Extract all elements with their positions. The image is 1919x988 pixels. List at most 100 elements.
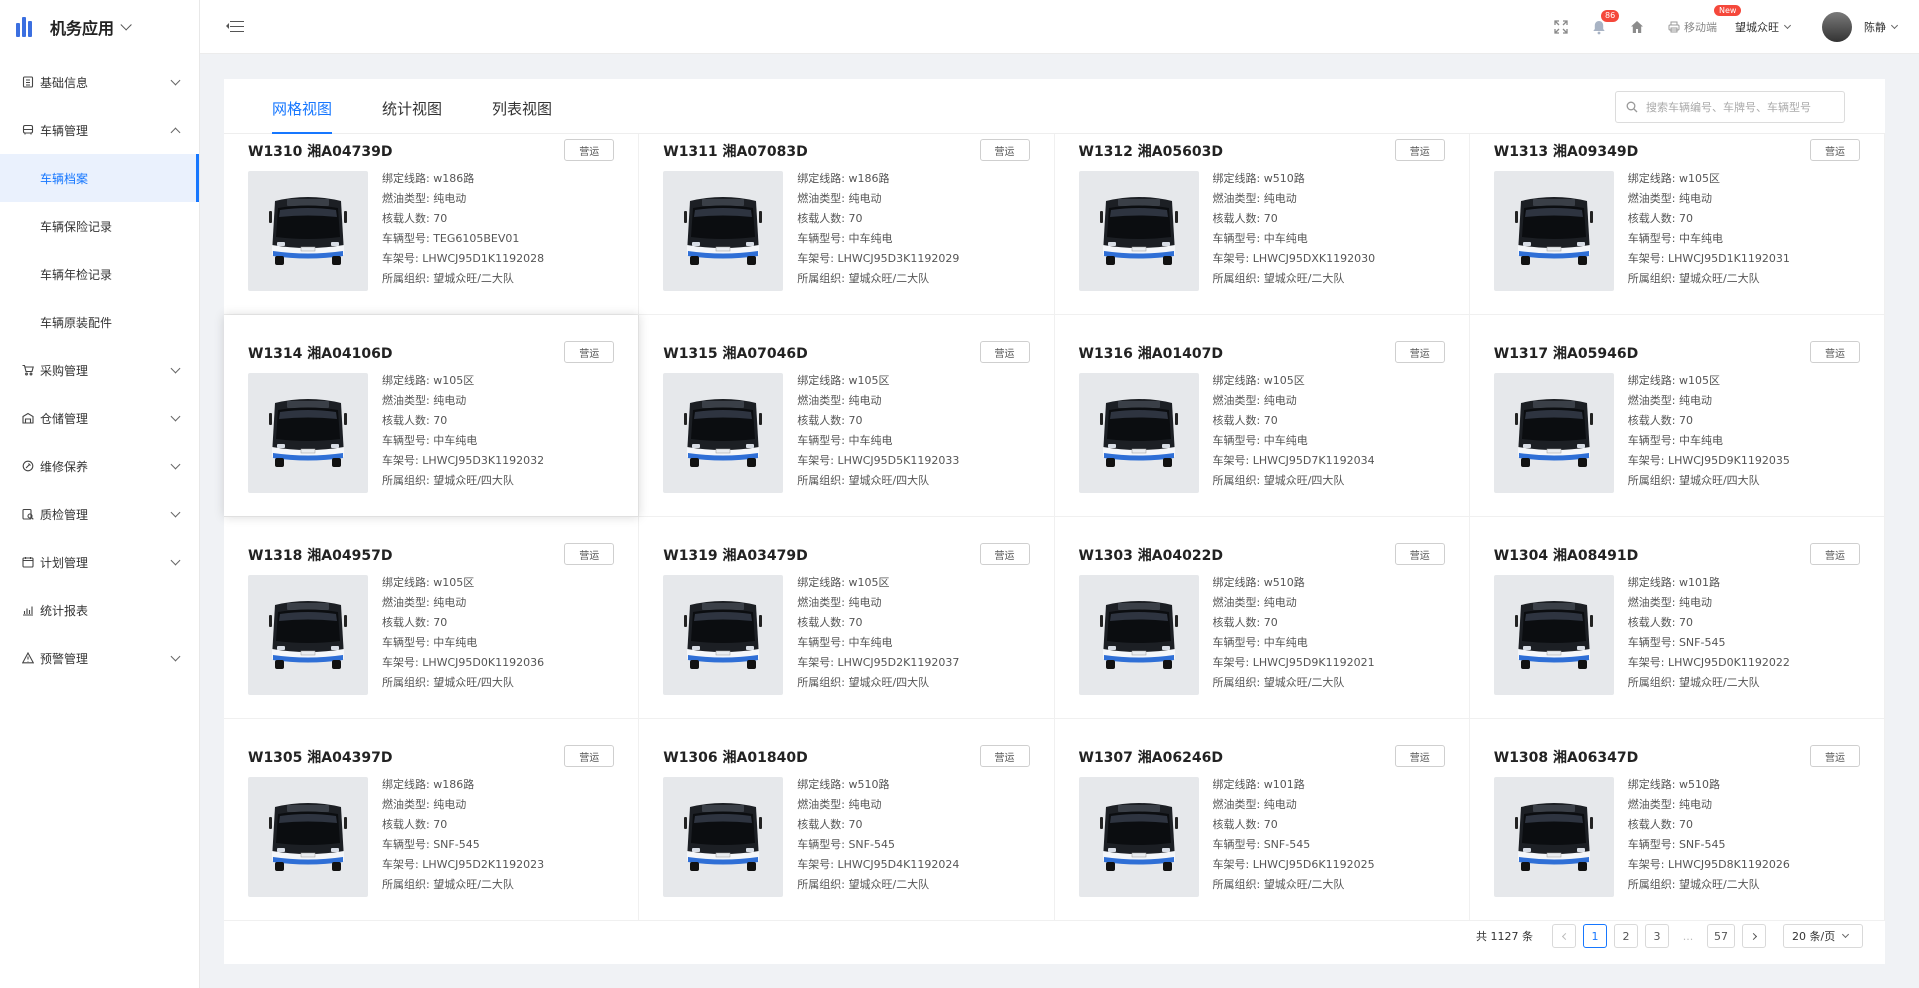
info-fuel: 燃油类型: 纯电动 — [1213, 593, 1375, 613]
search-input[interactable] — [1646, 100, 1836, 114]
info-value: LHWCJ95D0K1192036 — [422, 656, 545, 669]
sidebar-item[interactable]: 采购管理 — [0, 346, 199, 394]
vehicle-card[interactable]: W1304 湘A08491D 营运 绑定线路: w101路 燃油类型: 纯电动 核载人数… — [1469, 517, 1885, 719]
info-org: 所属组织: 望城众旺/四大队 — [1213, 471, 1375, 491]
status-badge[interactable]: 营运 — [564, 745, 615, 767]
sidebar-item[interactable]: 预警管理 — [0, 634, 199, 682]
info-fuel: 燃油类型: 纯电动 — [1628, 391, 1790, 411]
info-route: 绑定线路: w510路 — [1213, 573, 1375, 593]
vehicle-card[interactable]: W1312 湘A05603D 营运 绑定线路: w510路 燃油类型: 纯电动 核载人数… — [1054, 134, 1470, 315]
sidebar-item[interactable]: 统计报表 — [0, 586, 199, 634]
sidebar-item[interactable]: 质检管理 — [0, 490, 199, 538]
sidebar-item[interactable]: 仓储管理 — [0, 394, 199, 442]
vehicle-card[interactable]: W1317 湘A05946D 营运 绑定线路: w105区 燃油类型: 纯电动 核载人数… — [1469, 315, 1885, 517]
info-label: 核载人数: — [382, 212, 434, 225]
prev-page-button[interactable] — [1552, 924, 1576, 948]
home-icon[interactable] — [1629, 19, 1645, 35]
info-label: 所属组织: — [797, 878, 849, 891]
next-page-button[interactable] — [1742, 924, 1766, 948]
vehicle-card[interactable]: W1306 湘A01840D 营运 绑定线路: w510路 燃油类型: 纯电动 核载人数… — [639, 719, 1055, 921]
info-label: 核载人数: — [797, 414, 849, 427]
status-badge[interactable]: 营运 — [1810, 543, 1860, 565]
sidebar-item[interactable]: 维修保养 — [0, 442, 199, 490]
vehicle-card[interactable]: W1310 湘A04739D 营运 绑定线路: w186路 燃油类型: 纯电动 核载人数… — [224, 134, 640, 315]
status-badge[interactable]: 营运 — [1394, 341, 1445, 363]
app-switcher[interactable]: 机务应用 — [0, 0, 199, 54]
status-badge[interactable]: 营运 — [1394, 139, 1445, 161]
status-badge[interactable]: 营运 — [1394, 543, 1445, 565]
info-label: 所属组织: — [1627, 676, 1679, 689]
info-fuel: 燃油类型: 纯电动 — [797, 189, 959, 209]
status-badge[interactable]: 营运 — [1810, 139, 1860, 161]
page-button[interactable]: 3 — [1645, 924, 1669, 948]
status-badge[interactable]: 营运 — [979, 341, 1030, 363]
status-badge[interactable]: 营运 — [979, 745, 1030, 767]
vehicle-card[interactable]: W1314 湘A04106D 营运 绑定线路: w105区 燃油类型: 纯电动 核载人数… — [224, 315, 640, 517]
tab-list-view[interactable]: 列表视图 — [492, 98, 552, 133]
status-badge[interactable]: 营运 — [564, 139, 615, 161]
vehicle-card[interactable]: W1319 湘A03479D 营运 绑定线路: w105区 燃油类型: 纯电动 核载人数… — [639, 517, 1055, 719]
sidebar-item[interactable]: 计划管理 — [0, 538, 199, 586]
info-capacity: 核载人数: 70 — [1628, 815, 1790, 835]
info-route: 绑定线路: w105区 — [1628, 169, 1790, 189]
sidebar-subitem[interactable]: 车辆档案 — [0, 154, 199, 202]
vehicle-card[interactable]: W1316 湘A01407D 营运 绑定线路: w105区 燃油类型: 纯电动 核载人数… — [1054, 315, 1470, 517]
vehicle-card[interactable]: W1308 湘A06347D 营运 绑定线路: w510路 燃油类型: 纯电动 核载人数… — [1469, 719, 1885, 921]
sidebar-item-label: 预警管理 — [40, 651, 89, 666]
fullscreen-icon[interactable] — [1553, 19, 1569, 35]
sidebar-subitem[interactable]: 车辆保险记录 — [0, 202, 199, 250]
info-model: 车辆型号: SNF-545 — [1628, 633, 1790, 653]
org-selector[interactable]: 望城众旺 — [1735, 19, 1792, 35]
vehicle-card[interactable]: W1313 湘A09349D 营运 绑定线路: w105区 燃油类型: 纯电动 核载人数… — [1469, 134, 1885, 315]
vehicle-card[interactable]: W1311 湘A07083D 营运 绑定线路: w186路 燃油类型: 纯电动 核载人数… — [639, 134, 1055, 315]
info-model: 车辆型号: SNF-545 — [382, 835, 544, 855]
info-fuel: 燃油类型: 纯电动 — [1628, 189, 1790, 209]
info-label: 车架号: — [1627, 858, 1668, 871]
status-badge[interactable]: 营运 — [1810, 341, 1860, 363]
tab-stats-view[interactable]: 统计视图 — [382, 98, 442, 133]
info-label: 绑定线路: — [1212, 172, 1264, 185]
collapse-sidebar-icon[interactable] — [226, 20, 244, 34]
vehicle-info: 绑定线路: w510路 燃油类型: 纯电动 核载人数: 70 车辆型号: SNF-54… — [1628, 775, 1790, 895]
info-label: 绑定线路: — [1212, 576, 1264, 589]
vehicle-card[interactable]: W1315 湘A07046D 营运 绑定线路: w105区 燃油类型: 纯电动 核载人数… — [639, 315, 1055, 517]
page-size-select[interactable]: 20 条/页 — [1783, 924, 1863, 948]
avatar[interactable] — [1822, 12, 1852, 42]
status-badge[interactable]: 营运 — [564, 543, 615, 565]
notification-bell-icon[interactable]: 86 — [1591, 10, 1620, 35]
info-label: 车辆型号: — [382, 838, 434, 851]
page-button[interactable]: 1 — [1583, 924, 1607, 948]
mobile-link[interactable]: 移动端 New — [1668, 5, 1742, 35]
info-label: 核载人数: — [1212, 616, 1264, 629]
info-value: w105区 — [433, 374, 475, 387]
page-ellipsis[interactable]: ... — [1676, 924, 1700, 948]
vehicle-card[interactable]: W1318 湘A04957D 营运 绑定线路: w105区 燃油类型: 纯电动 核载人数… — [224, 517, 640, 719]
sidebar-item-label: 维修保养 — [40, 459, 89, 474]
status-badge[interactable]: 营运 — [979, 139, 1030, 161]
sidebar-subitem[interactable]: 车辆原装配件 — [0, 298, 199, 346]
sidebar-subitem[interactable]: 车辆年检记录 — [0, 250, 199, 298]
info-model: 车辆型号: SNF-545 — [1213, 835, 1375, 855]
user-name[interactable]: 陈静 — [1864, 19, 1886, 35]
vehicle-card[interactable]: W1303 湘A04022D 营运 绑定线路: w510路 燃油类型: 纯电动 核载人数… — [1054, 517, 1470, 719]
status-badge[interactable]: 营运 — [1810, 745, 1860, 767]
info-capacity: 核载人数: 70 — [1213, 613, 1375, 633]
page-button[interactable]: 57 — [1707, 924, 1735, 948]
tab-grid-view[interactable]: 网格视图 — [272, 98, 333, 134]
printer-icon — [1668, 21, 1680, 33]
status-badge[interactable]: 营运 — [1394, 745, 1445, 767]
vehicle-title: W1308 湘A06347D — [1493, 750, 1639, 766]
page-button[interactable]: 2 — [1614, 924, 1638, 948]
sidebar-item[interactable]: 车辆管理 — [0, 106, 199, 154]
info-value: LHWCJ95D5K1192033 — [837, 454, 960, 467]
info-label: 车架号: — [382, 656, 423, 669]
info-route: 绑定线路: w105区 — [797, 371, 959, 391]
vehicle-card[interactable]: W1307 湘A06246D 营运 绑定线路: w101路 燃油类型: 纯电动 核载人数… — [1054, 719, 1470, 921]
status-badge[interactable]: 营运 — [979, 543, 1030, 565]
sidebar-item[interactable]: 基础信息 — [0, 58, 199, 106]
vehicle-card[interactable]: W1305 湘A04397D 营运 绑定线路: w186路 燃油类型: 纯电动 核载人数… — [224, 719, 640, 921]
info-label: 绑定线路: — [1212, 778, 1264, 791]
search-box[interactable] — [1615, 91, 1845, 123]
status-badge[interactable]: 营运 — [564, 341, 615, 363]
info-value: TEG6105BEV01 — [433, 232, 520, 245]
